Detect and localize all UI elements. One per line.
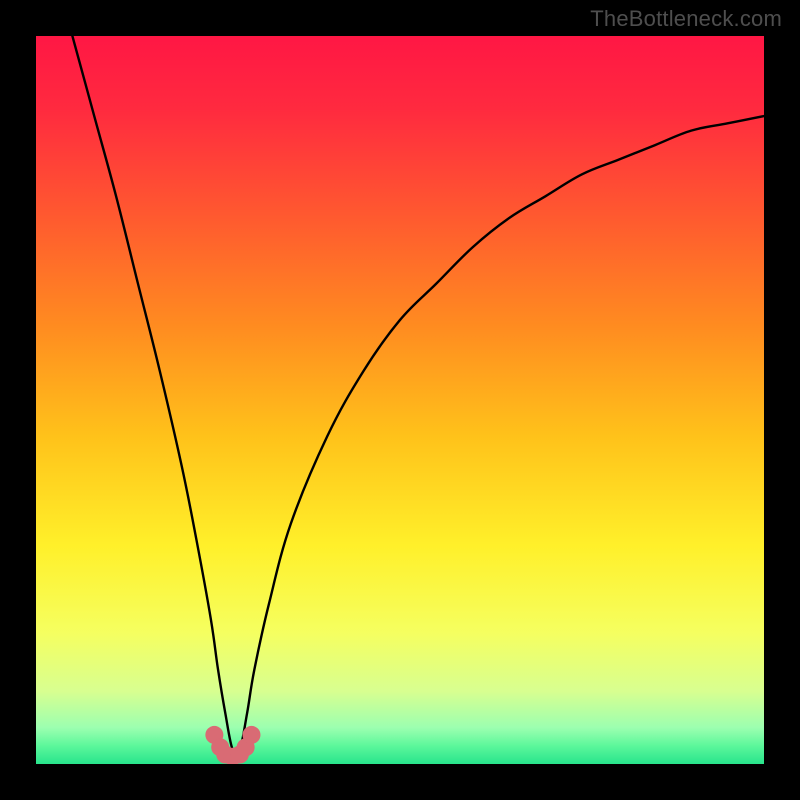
watermark-text: TheBottleneck.com — [590, 6, 782, 32]
plot-area — [36, 36, 764, 764]
chart-frame: TheBottleneck.com — [0, 0, 800, 800]
bottleneck-chart — [36, 36, 764, 764]
valley-marker — [242, 726, 260, 744]
